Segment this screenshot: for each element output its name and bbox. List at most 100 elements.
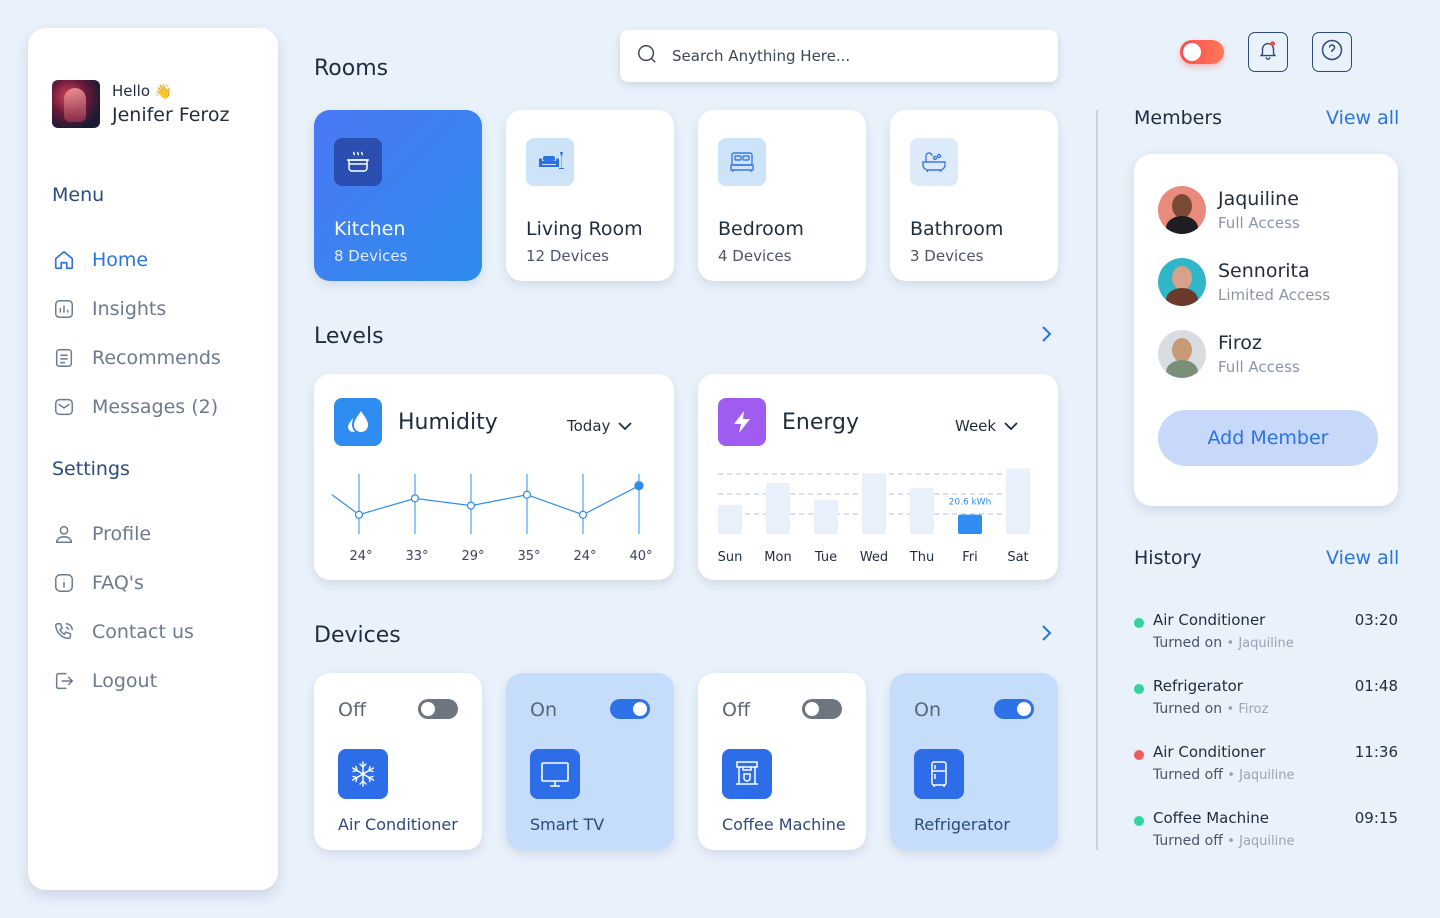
member-item[interactable]: Sennorita Limited Access	[1158, 258, 1330, 306]
chevron-right-icon	[1040, 624, 1052, 646]
device-name: Smart TV	[530, 815, 605, 834]
coffee-machine-icon	[722, 749, 772, 799]
tick-label: Mon	[764, 550, 791, 565]
member-role: Full Access	[1218, 358, 1300, 376]
nav-label: Recommends	[92, 346, 221, 369]
nav-item-messages[interactable]: Messages (2)	[52, 382, 262, 431]
bar	[910, 487, 934, 534]
nav-item-logout[interactable]: Logout	[52, 656, 262, 705]
nav-item-contact[interactable]: Contact us	[52, 607, 262, 656]
theme-toggle[interactable]	[1180, 40, 1224, 64]
sofa-icon	[526, 138, 574, 186]
room-device-count: 12 Devices	[526, 247, 609, 265]
tick-label: Wed	[860, 550, 888, 565]
bar	[814, 500, 838, 534]
device-card-smart-tv[interactable]: On Smart TV	[506, 673, 674, 850]
data-point	[578, 510, 588, 519]
device-name: Air Conditioner	[338, 815, 458, 834]
device-card-refrigerator[interactable]: On Refrigerator	[890, 673, 1058, 850]
room-card-living-room[interactable]: Living Room 12 Devices	[506, 110, 674, 281]
energy-card: Energy Week Sun Mon Tue Wed Thu Fri 20.6 kWh Sa…	[698, 374, 1058, 580]
help-icon	[1320, 38, 1344, 66]
history-device: Air Conditioner	[1153, 611, 1266, 629]
search-bar[interactable]	[620, 30, 1058, 82]
room-card-kitchen[interactable]: Kitchen 8 Devices	[314, 110, 482, 281]
series-line	[331, 485, 640, 516]
add-member-button[interactable]: Add Member	[1158, 410, 1378, 466]
history-action: Turned off	[1153, 833, 1223, 849]
device-toggle[interactable]	[994, 699, 1034, 719]
nav-item-recommends[interactable]: Recommends	[52, 333, 262, 382]
device-card-air-conditioner[interactable]: Off Air Conditioner	[314, 673, 482, 850]
tick-label: 35°	[517, 549, 540, 564]
history-view-all-link[interactable]: View all	[1326, 547, 1399, 569]
device-toggle[interactable]	[418, 699, 458, 719]
search-icon	[636, 43, 658, 69]
status-dot	[1134, 684, 1144, 694]
room-card-bathroom[interactable]: Bathroom 3 Devices	[890, 110, 1058, 281]
bar	[958, 514, 982, 534]
notifications-button[interactable]	[1248, 32, 1288, 72]
data-point	[354, 510, 364, 519]
cooking-pot-icon	[334, 138, 382, 186]
history-device: Refrigerator	[1153, 677, 1243, 695]
bar	[1006, 468, 1030, 534]
nav-label: Messages (2)	[92, 395, 219, 418]
energy-chart: Sun Mon Tue Wed Thu Fri 20.6 kWh Sat	[718, 468, 1030, 565]
history-device: Coffee Machine	[1153, 809, 1270, 827]
history-heading: History	[1134, 547, 1202, 569]
devices-next-button[interactable]	[1034, 623, 1058, 647]
search-input[interactable]	[672, 47, 1012, 65]
member-item[interactable]: Firoz Full Access	[1158, 330, 1300, 378]
nav-item-profile[interactable]: Profile	[52, 509, 262, 558]
avatar	[1158, 330, 1206, 378]
room-card-bedroom[interactable]: Bedroom 4 Devices	[698, 110, 866, 281]
bar	[718, 504, 742, 534]
chevron-right-icon	[1040, 325, 1052, 347]
settings-nav: Profile FAQ's Contact us Logout	[52, 509, 262, 705]
status-dot	[1134, 816, 1144, 826]
toggle-knob	[1017, 702, 1031, 716]
tv-icon	[530, 749, 580, 799]
avatar	[52, 80, 100, 128]
insights-icon	[52, 297, 76, 321]
toggle-knob	[805, 702, 819, 716]
member-item[interactable]: Jaquiline Full Access	[1158, 186, 1300, 234]
device-state: On	[530, 699, 557, 721]
room-device-count: 3 Devices	[910, 247, 984, 265]
member-name: Firoz	[1218, 332, 1262, 354]
tick-label: Thu	[909, 550, 934, 565]
help-button[interactable]	[1312, 32, 1352, 72]
device-toggle[interactable]	[802, 699, 842, 719]
members-heading: Members	[1134, 107, 1223, 129]
nav-label: FAQ's	[92, 571, 144, 594]
snowflake-icon	[338, 749, 388, 799]
phone-icon	[52, 620, 76, 644]
tick-label: 24°	[349, 549, 372, 564]
sidebar: Hello 👋 Jenifer Feroz Menu Home Insights…	[28, 28, 278, 890]
bathtub-icon	[910, 138, 958, 186]
device-card-coffee-machine[interactable]: Off Coffee Machine	[698, 673, 866, 850]
history-user: Jaquiline	[1238, 636, 1294, 651]
tick-label: 40°	[629, 549, 652, 564]
user-profile[interactable]: Hello 👋 Jenifer Feroz	[52, 80, 229, 128]
data-point	[410, 494, 420, 503]
history-user: Jaquiline	[1239, 834, 1295, 849]
members-view-all-link[interactable]: View all	[1326, 107, 1399, 129]
status-dot	[1134, 618, 1144, 628]
levels-next-button[interactable]	[1034, 324, 1058, 348]
nav-item-home[interactable]: Home	[52, 235, 262, 284]
humidity-chart: 24° 33° 29° 35° 24° 40°	[331, 474, 653, 564]
levels-heading: Levels	[314, 324, 384, 349]
nav-label: Home	[92, 248, 149, 271]
history-time: 03:20	[1354, 611, 1398, 629]
tick-label: Sat	[1007, 550, 1028, 565]
device-toggle[interactable]	[610, 699, 650, 719]
device-state: Off	[338, 699, 367, 721]
nav-item-insights[interactable]: Insights	[52, 284, 262, 333]
avatar	[1158, 258, 1206, 306]
nav-item-faq[interactable]: FAQ's	[52, 558, 262, 607]
greeting-text: Hello	[112, 82, 151, 100]
bar	[862, 473, 886, 534]
menu-nav: Home Insights Recommends Messages (2)	[52, 235, 262, 431]
